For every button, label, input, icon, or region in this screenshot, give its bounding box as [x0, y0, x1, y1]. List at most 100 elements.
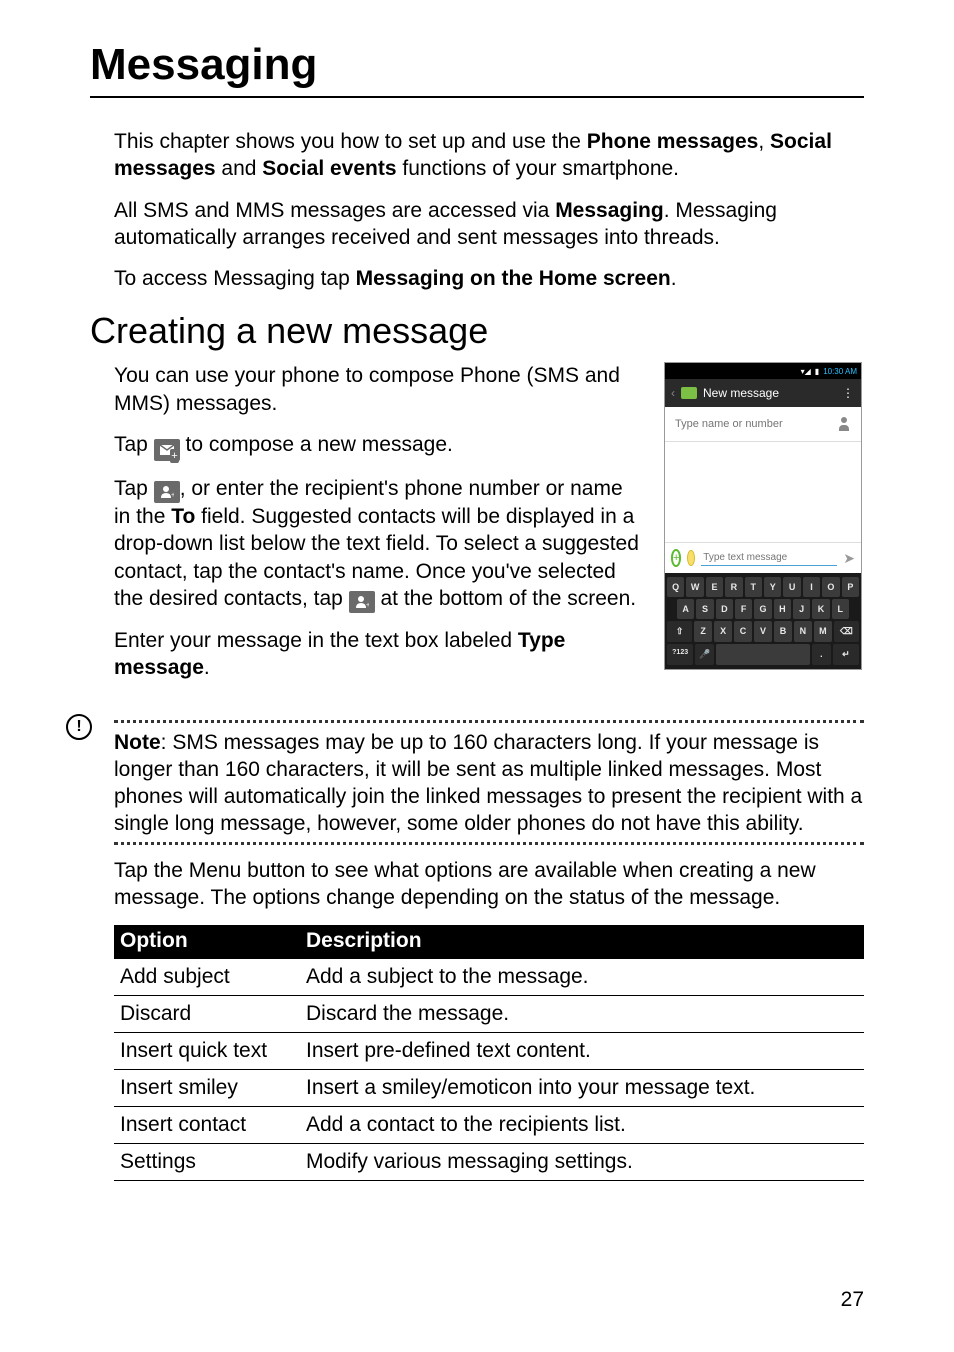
key: E: [706, 577, 723, 597]
table-cell-option: Insert contact: [114, 1107, 300, 1144]
intro-paragraph-1: This chapter shows you how to set up and…: [114, 128, 864, 183]
table-cell-option: Insert quick text: [114, 1033, 300, 1070]
section-paragraph-2: Tap to compose a new message.: [114, 431, 644, 461]
battery-icon: ▮: [815, 367, 819, 376]
note-icon: !: [66, 714, 92, 740]
text: functions of your smartphone.: [397, 157, 680, 180]
table-cell-option: Insert smiley: [114, 1070, 300, 1107]
key: B: [774, 621, 792, 642]
section-heading: Creating a new message: [90, 310, 864, 352]
text: Enter your message in the text box label…: [114, 629, 518, 652]
messaging-icon: [681, 387, 697, 399]
text-bold: Messaging on the Home screen: [356, 267, 671, 290]
text: ,: [758, 130, 770, 153]
key: I: [803, 577, 820, 597]
phone-to-row: [665, 407, 861, 442]
text-bold: Social events: [262, 157, 396, 180]
table-row: SettingsModify various messaging setting…: [114, 1144, 864, 1181]
key: G: [754, 599, 771, 619]
note-body: : SMS messages may be up to 160 characte…: [114, 731, 862, 836]
period-key: .: [812, 644, 831, 665]
contact-picker-icon: [839, 417, 853, 431]
kb-row-1: Q W E R T Y U I O P: [667, 577, 859, 597]
key: W: [686, 577, 703, 597]
table-header-description: Description: [300, 925, 864, 959]
back-icon: ‹: [671, 386, 675, 400]
table-cell-option: Discard: [114, 996, 300, 1033]
key: S: [696, 599, 713, 619]
enter-key: ↵: [833, 644, 859, 665]
shift-key: ⇧: [667, 621, 692, 642]
text: to compose a new message.: [180, 433, 453, 456]
text: All SMS and MMS messages are accessed vi…: [114, 199, 555, 222]
key: M: [814, 621, 832, 642]
phone-to-input: [673, 417, 839, 431]
compose-message-icon: [154, 439, 180, 461]
svg-text:+: +: [171, 492, 174, 499]
key: P: [842, 577, 859, 597]
attach-icon: +: [671, 549, 681, 567]
note-text: Note: SMS messages may be up to 160 char…: [114, 729, 864, 838]
text: at the bottom of the screen.: [375, 587, 637, 610]
section-body: You can use your phone to compose Phone …: [114, 362, 644, 695]
text-bold: Messaging: [555, 199, 664, 222]
table-cell-desc: Add a contact to the recipients list.: [300, 1107, 864, 1144]
phone-screenshot: ▾◢ ▮ 10:30 AM ‹ New message ⋮ +: [664, 362, 862, 670]
key: N: [794, 621, 812, 642]
page-content: This chapter shows you how to set up and…: [90, 102, 864, 1181]
text: .: [671, 267, 677, 290]
key: O: [822, 577, 839, 597]
menu-icon: ⋮: [842, 386, 855, 400]
text-bold: To: [171, 505, 195, 528]
add-contact-icon: +: [349, 591, 375, 613]
text: and: [216, 157, 263, 180]
key: K: [812, 599, 829, 619]
key: A: [677, 599, 694, 619]
text: To access Messaging tap: [114, 267, 356, 290]
key: J: [793, 599, 810, 619]
kb-row-2: A S D F G H J K L: [667, 599, 859, 619]
text: This chapter shows you how to set up and…: [114, 130, 587, 153]
after-note-paragraph: Tap the Menu button to see what options …: [114, 857, 864, 912]
key: Q: [667, 577, 684, 597]
note-top-rule: [114, 720, 864, 723]
table-cell-desc: Modify various messaging settings.: [300, 1144, 864, 1181]
key: F: [735, 599, 752, 619]
phone-status-bar: ▾◢ ▮ 10:30 AM: [665, 363, 861, 379]
signal-icon: ▾◢: [801, 367, 811, 376]
key: R: [725, 577, 742, 597]
table-cell-desc: Insert pre-defined text content.: [300, 1033, 864, 1070]
key: Z: [694, 621, 712, 642]
chapter-title: Messaging: [90, 40, 864, 98]
note-label: Note: [114, 731, 161, 754]
table-header-option: Option: [114, 925, 300, 959]
phone-keyboard: Q W E R T Y U I O P A S D: [665, 573, 861, 669]
key: U: [783, 577, 800, 597]
key: Y: [764, 577, 781, 597]
note-bottom-rule: [114, 842, 864, 845]
text: Tap: [114, 433, 154, 456]
table-row: Add subjectAdd a subject to the message.: [114, 959, 864, 996]
key: T: [745, 577, 762, 597]
add-contact-icon: +: [154, 481, 180, 503]
kb-row-3: ⇧ Z X C V B N M ⌫: [667, 621, 859, 642]
table-cell-option: Add subject: [114, 959, 300, 996]
intro-paragraph-2: All SMS and MMS messages are accessed vi…: [114, 197, 864, 252]
phone-header-title: New message: [703, 386, 779, 400]
key: V: [754, 621, 772, 642]
key: D: [716, 599, 733, 619]
text: .: [204, 656, 210, 679]
text-bold: Phone messages: [587, 130, 759, 153]
key: X: [714, 621, 732, 642]
table-row: DiscardDiscard the message.: [114, 996, 864, 1033]
phone-message-input: [701, 551, 837, 566]
table-cell-desc: Insert a smiley/emoticon into your messa…: [300, 1070, 864, 1107]
send-icon: ➤: [843, 550, 855, 567]
key: H: [774, 599, 791, 619]
table-cell-option: Settings: [114, 1144, 300, 1181]
intro-paragraph-3: To access Messaging tap Messaging on the…: [114, 265, 864, 292]
note-block: ! Note: SMS messages may be up to 160 ch…: [90, 720, 864, 845]
key: C: [734, 621, 752, 642]
options-table: Option Description Add subjectAdd a subj…: [114, 925, 864, 1181]
mic-key: 🎤: [695, 644, 714, 665]
